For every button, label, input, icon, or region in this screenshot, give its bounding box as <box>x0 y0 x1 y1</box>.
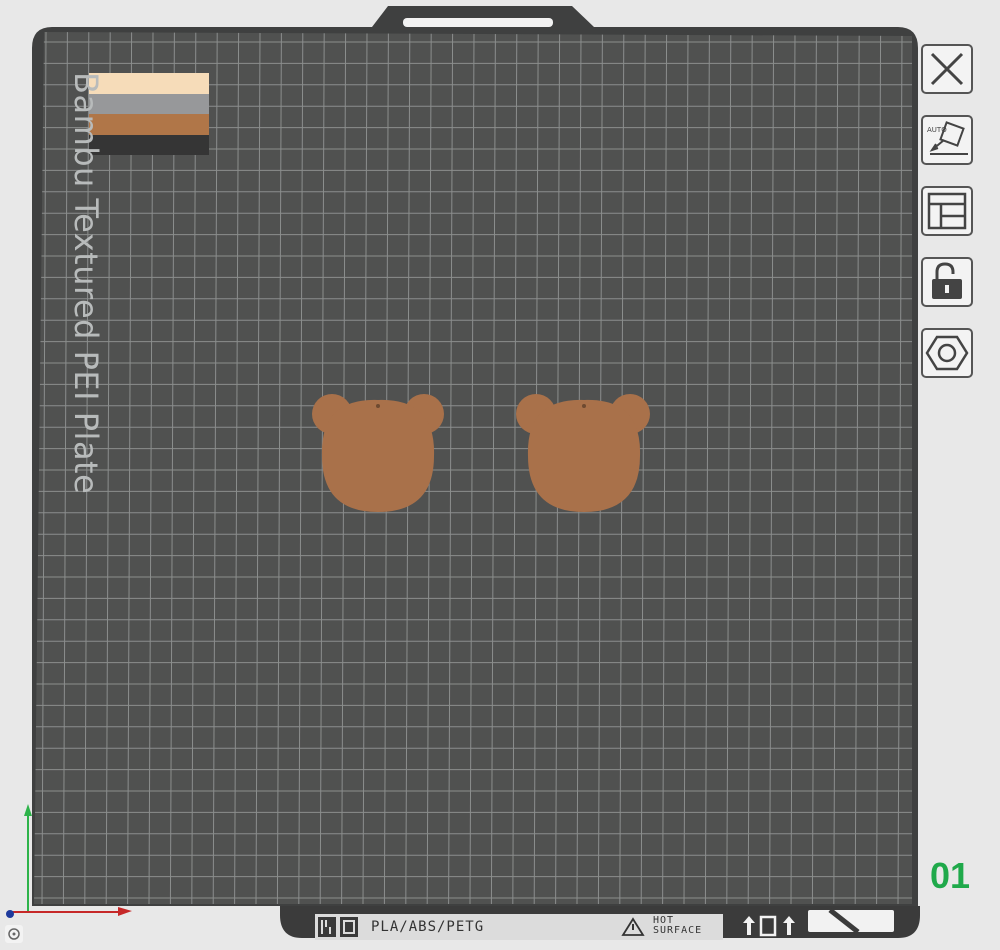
unlock-icon <box>932 262 962 299</box>
auto-orient-button[interactable]: AUTO <box>921 115 973 165</box>
arrange-icon <box>927 192 967 230</box>
arrange-button[interactable] <box>921 186 973 236</box>
plate-settings-button[interactable] <box>921 328 973 378</box>
bear-head-right[interactable] <box>516 394 650 512</box>
plate-orientation-icon <box>743 915 795 937</box>
close-plate-button[interactable] <box>921 44 973 94</box>
warning-icon <box>621 917 645 936</box>
filament-compat-label: PLA/ABS/PETG <box>371 919 485 935</box>
model-objects <box>312 394 650 512</box>
plate-logo-icon <box>318 917 358 937</box>
plate-bottom-label: PLA/ABS/PETG HOT SURFACE <box>315 914 723 940</box>
auto-orient-icon: AUTO <box>927 121 968 155</box>
plate-number[interactable]: 01 <box>930 855 970 897</box>
lock-plate-button[interactable] <box>921 257 973 307</box>
axis-gizmo <box>6 804 132 918</box>
hex-nut-icon <box>925 335 969 371</box>
hot-surface-label: HOT SURFACE <box>653 915 703 936</box>
close-icon <box>930 52 964 86</box>
view-camera-icon[interactable] <box>4 924 24 944</box>
bear-head-left[interactable] <box>312 394 444 512</box>
